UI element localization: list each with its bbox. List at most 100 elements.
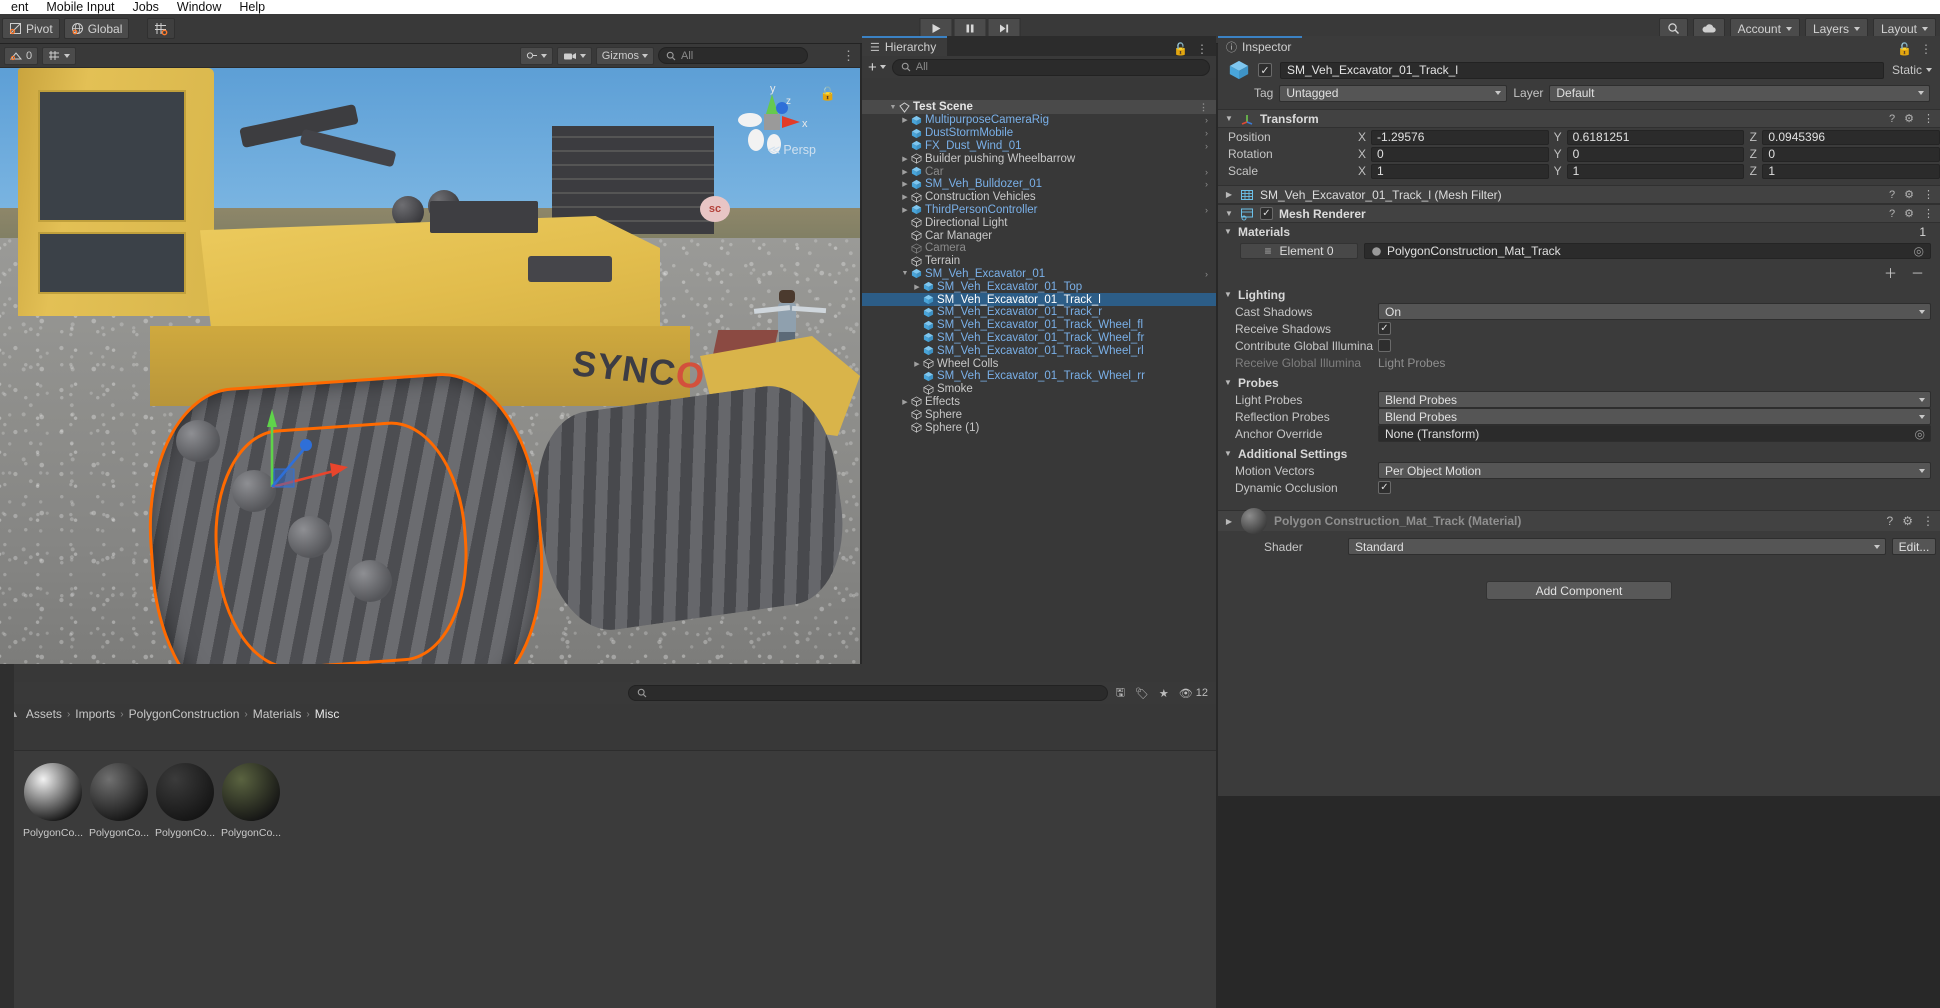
- preset-icon[interactable]: ⚙: [1904, 188, 1914, 201]
- expand-triangle-icon[interactable]: ▶: [900, 206, 910, 214]
- object-name-input[interactable]: SM_Veh_Excavator_01_Track_l: [1280, 62, 1884, 79]
- kebab-menu-icon[interactable]: ⋮: [1199, 102, 1208, 113]
- property-checkbox[interactable]: ✓: [1378, 481, 1391, 494]
- field-y[interactable]: 1: [1567, 164, 1745, 179]
- scene-search-input[interactable]: All: [658, 47, 808, 64]
- tab-inspector[interactable]: ⓘ Inspector: [1218, 36, 1302, 56]
- expand-triangle-icon[interactable]: ▼: [1223, 227, 1233, 236]
- help-icon[interactable]: ?: [1889, 189, 1895, 201]
- breadcrumb-item[interactable]: Assets: [26, 707, 62, 721]
- expand-triangle-icon[interactable]: ▶: [900, 193, 910, 201]
- asset-item[interactable]: PolygonCo...: [154, 763, 216, 839]
- assets-grid-area[interactable]: PolygonCo... PolygonCo... PolygonCo... P…: [0, 750, 1216, 1008]
- layer-dropdown[interactable]: Default: [1549, 85, 1930, 102]
- hierarchy-item[interactable]: SM_Veh_Excavator_01_Track_Wheel_rl: [862, 344, 1216, 357]
- help-icon[interactable]: ?: [1887, 514, 1894, 528]
- hierarchy-item[interactable]: ▶ ThirdPersonController›: [862, 204, 1216, 217]
- property-dropdown[interactable]: Per Object Motion: [1378, 462, 1931, 479]
- hierarchy-item[interactable]: Terrain: [862, 255, 1216, 268]
- hierarchy-item[interactable]: SM_Veh_Excavator_01_Track_Wheel_fr: [862, 332, 1216, 345]
- prefab-open-chevron-icon[interactable]: ›: [1205, 205, 1208, 215]
- grid-snapping-button[interactable]: [147, 18, 175, 39]
- breadcrumb-item[interactable]: PolygonConstruction: [129, 707, 240, 721]
- add-material-button[interactable]: ＋: [1884, 263, 1897, 282]
- remove-material-button[interactable]: －: [1911, 263, 1924, 282]
- field-x[interactable]: 0: [1371, 147, 1549, 162]
- prefab-open-chevron-icon[interactable]: ›: [1205, 128, 1208, 138]
- asset-item[interactable]: PolygonCo...: [22, 763, 84, 839]
- hierarchy-item[interactable]: SM_Veh_Excavator_01_Track_l: [862, 293, 1216, 306]
- help-icon[interactable]: ?: [1889, 113, 1895, 125]
- expand-triangle-icon[interactable]: ▶: [900, 168, 910, 176]
- scene-lock-icon[interactable]: 🔓: [820, 86, 836, 102]
- expand-triangle-icon[interactable]: ▶: [900, 180, 910, 188]
- menu-item-mobile-input[interactable]: Mobile Input: [37, 0, 123, 14]
- hierarchy-item[interactable]: ▶ Car›: [862, 165, 1216, 178]
- expand-triangle-icon[interactable]: ▼: [1224, 209, 1234, 218]
- hierarchy-menu-icon[interactable]: ⋮: [1196, 42, 1208, 56]
- expand-triangle-icon[interactable]: ▼: [900, 270, 910, 277]
- preset-icon[interactable]: ⚙: [1904, 112, 1914, 125]
- scene-2d-grid-button[interactable]: [42, 47, 76, 65]
- hierarchy-item[interactable]: ▼ SM_Veh_Excavator_01›: [862, 268, 1216, 281]
- hierarchy-item[interactable]: Smoke: [862, 383, 1216, 396]
- additional-settings-header[interactable]: ▼ Additional Settings: [1218, 445, 1940, 462]
- field-z[interactable]: 1: [1762, 164, 1940, 179]
- shader-edit-button[interactable]: Edit...: [1892, 538, 1936, 555]
- inspector-lock-icon[interactable]: 🔓: [1897, 42, 1912, 56]
- hierarchy-item[interactable]: ▶ Construction Vehicles: [862, 191, 1216, 204]
- mesh-renderer-component-header[interactable]: ▼ ✓ Mesh Renderer ? ⚙ ⋮: [1218, 204, 1940, 223]
- probes-section-header[interactable]: ▼ Probes: [1218, 374, 1940, 391]
- asset-item[interactable]: PolygonCo...: [220, 763, 282, 839]
- materials-section-header[interactable]: ▼ Materials 1: [1218, 223, 1940, 240]
- property-dropdown[interactable]: Blend Probes: [1378, 408, 1931, 425]
- field-z[interactable]: 0: [1762, 147, 1940, 162]
- star-icon[interactable]: ★: [1159, 687, 1169, 700]
- lighting-section-header[interactable]: ▼ Lighting: [1218, 286, 1940, 303]
- hierarchy-item[interactable]: ▶ Effects: [862, 396, 1216, 409]
- mesh-filter-component-header[interactable]: ▶ SM_Veh_Excavator_01_Track_l (Mesh Filt…: [1218, 185, 1940, 204]
- hierarchy-item[interactable]: Sphere (1): [862, 421, 1216, 434]
- hierarchy-item[interactable]: Sphere: [862, 408, 1216, 421]
- breadcrumb-item[interactable]: Imports: [75, 707, 115, 721]
- material-preview-header[interactable]: ▶ Polygon Construction_Mat_Track (Materi…: [1218, 510, 1940, 531]
- breadcrumb-item[interactable]: Misc: [315, 707, 340, 721]
- hierarchy-item[interactable]: ▶ SM_Veh_Bulldozer_01›: [862, 178, 1216, 191]
- object-enabled-checkbox[interactable]: ✓: [1258, 63, 1272, 77]
- project-search-input[interactable]: [628, 685, 1108, 701]
- property-dropdown[interactable]: Blend Probes: [1378, 391, 1931, 408]
- hierarchy-search-input[interactable]: All: [892, 59, 1210, 76]
- hierarchy-item[interactable]: ▶ SM_Veh_Excavator_01_Top: [862, 280, 1216, 293]
- pivot-toggle-button[interactable]: Pivot: [2, 18, 60, 39]
- expand-triangle-icon[interactable]: ▼: [888, 104, 898, 111]
- property-object-field[interactable]: None (Transform)◎: [1378, 425, 1931, 442]
- hierarchy-scene-root[interactable]: ▼ Test Scene ⋮: [862, 100, 1216, 114]
- shader-dropdown[interactable]: Standard: [1348, 538, 1886, 555]
- prefab-open-chevron-icon[interactable]: ›: [1205, 269, 1208, 279]
- drag-handle-icon[interactable]: ≡: [1264, 244, 1271, 258]
- scene-tab-menu-icon[interactable]: ⋮: [842, 48, 856, 64]
- expand-triangle-icon[interactable]: ▶: [912, 360, 922, 368]
- kebab-menu-icon[interactable]: ⋮: [1923, 112, 1934, 125]
- menu-item-component[interactable]: ent: [2, 0, 37, 14]
- static-toggle[interactable]: Static: [1892, 63, 1932, 77]
- menu-item-jobs[interactable]: Jobs: [124, 0, 168, 14]
- expand-triangle-icon[interactable]: ▶: [900, 398, 910, 406]
- tab-hierarchy[interactable]: ☰ Hierarchy: [862, 36, 947, 56]
- tag-dropdown[interactable]: Untagged: [1279, 85, 1507, 102]
- field-y[interactable]: 0: [1567, 147, 1745, 162]
- transform-component-header[interactable]: ▼ Transform ? ⚙ ⋮: [1218, 109, 1940, 128]
- hierarchy-item[interactable]: ▶ MultipurposeCameraRig›: [862, 114, 1216, 127]
- expand-triangle-icon[interactable]: ▼: [1223, 449, 1233, 458]
- hierarchy-item[interactable]: DustStormMobile›: [862, 127, 1216, 140]
- scene-gizmos-button[interactable]: Gizmos: [596, 47, 654, 65]
- preset-icon[interactable]: ⚙: [1904, 207, 1914, 220]
- kebab-menu-icon[interactable]: ⋮: [1922, 514, 1934, 528]
- expand-triangle-icon[interactable]: ▶: [912, 283, 922, 291]
- add-component-button[interactable]: Add Component: [1486, 581, 1672, 600]
- mesh-renderer-enabled-checkbox[interactable]: ✓: [1260, 207, 1273, 220]
- asset-item[interactable]: PolygonCo...: [88, 763, 150, 839]
- hidden-count-badge[interactable]: 👁 12: [1179, 687, 1208, 700]
- kebab-menu-icon[interactable]: ⋮: [1923, 188, 1934, 201]
- hierarchy-item[interactable]: Car Manager: [862, 229, 1216, 242]
